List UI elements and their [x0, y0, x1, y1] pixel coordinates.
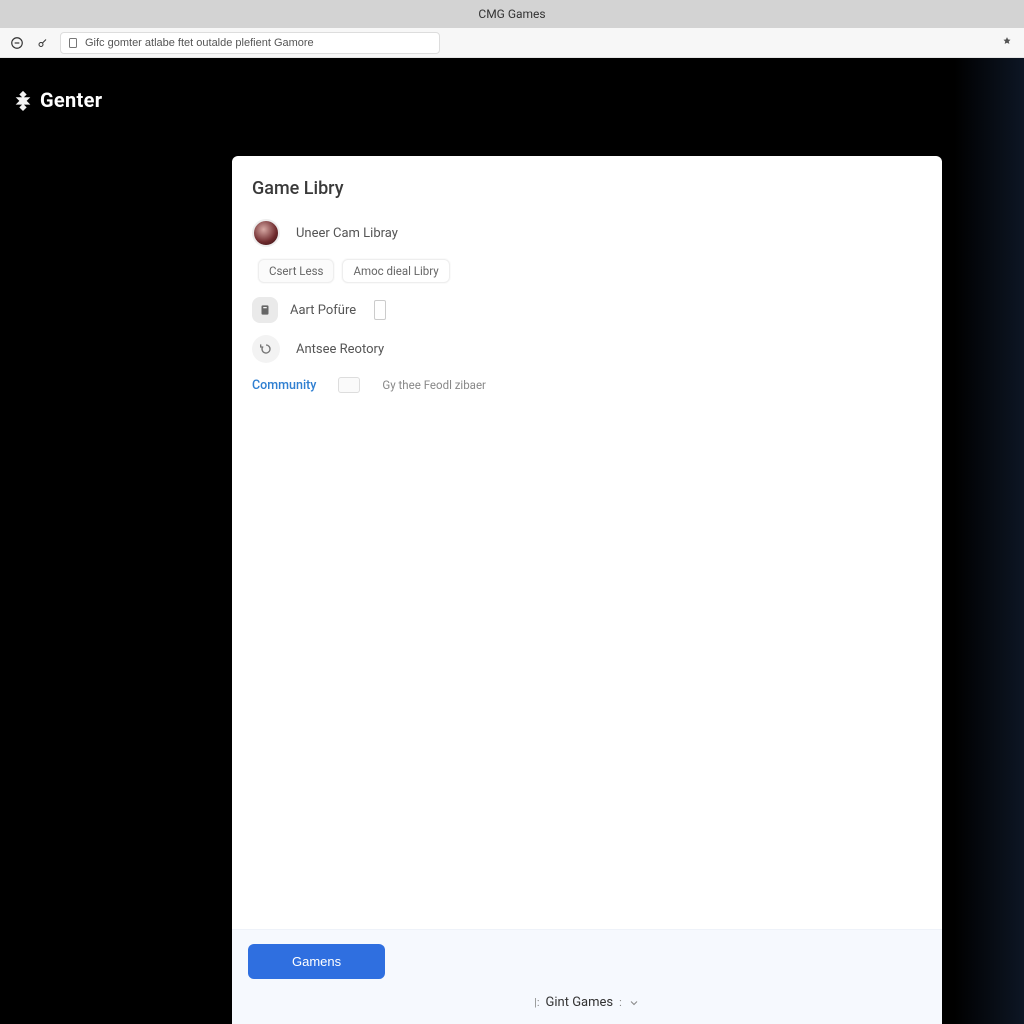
back-icon[interactable] — [8, 34, 26, 52]
browser-address-bar — [0, 28, 1024, 58]
history-icon — [252, 335, 280, 363]
history-row[interactable]: Antsee Reotory — [252, 333, 922, 365]
footer-caption: |: Gint Games : — [534, 995, 640, 1010]
community-thumb-icon — [338, 377, 360, 393]
modal-title: Game Libry — [252, 178, 922, 199]
address-input[interactable] — [85, 37, 433, 49]
filter-chip-row: Csert Less Amoc dieal Libry — [258, 259, 922, 283]
user-avatar — [252, 219, 280, 247]
chip-amoc-libry[interactable]: Amoc dieal Libry — [342, 259, 449, 283]
community-hint: Gy thee Feodl zibaer — [382, 378, 486, 392]
modal-body: Game Libry Uneer Cam Libray Csert Less A… — [232, 156, 942, 929]
game-library-modal: Game Libry Uneer Cam Libray Csert Less A… — [232, 156, 942, 1024]
window-titlebar: CMG Games — [0, 0, 1024, 28]
brand-logo[interactable]: Genter — [12, 88, 102, 112]
profile-indicator — [374, 300, 386, 320]
caption-suffix: : — [619, 996, 622, 1009]
page-icon — [67, 37, 79, 49]
modal-footer: Gamens |: Gint Games : — [232, 929, 942, 1024]
page-root: Genter Game Libry Uneer Cam Libray Csert… — [0, 58, 1024, 1024]
caption-prefix: |: — [534, 996, 539, 1009]
caption-text: Gint Games — [546, 995, 614, 1010]
profile-label: Aart Pofüre — [290, 303, 356, 318]
profile-row[interactable]: Aart Pofüre — [252, 297, 922, 323]
community-label: Community — [252, 378, 316, 393]
extensions-icon[interactable] — [998, 34, 1016, 52]
profile-icon — [252, 297, 278, 323]
user-library-label: Uneer Cam Libray — [296, 226, 398, 241]
address-input-wrap[interactable] — [60, 32, 440, 54]
games-button[interactable]: Gamens — [248, 944, 385, 979]
right-gradient — [954, 58, 1024, 1024]
caret-down-icon — [628, 997, 640, 1009]
chip-csert-less[interactable]: Csert Less — [258, 259, 334, 283]
brand-mark-icon — [12, 89, 34, 111]
brand-name: Genter — [40, 88, 102, 112]
user-library-row[interactable]: Uneer Cam Libray — [252, 217, 922, 249]
window-title: CMG Games — [478, 7, 545, 21]
key-icon[interactable] — [34, 34, 52, 52]
history-label: Antsee Reotory — [296, 342, 384, 357]
community-row[interactable]: Community Gy thee Feodl zibaer — [252, 375, 922, 395]
